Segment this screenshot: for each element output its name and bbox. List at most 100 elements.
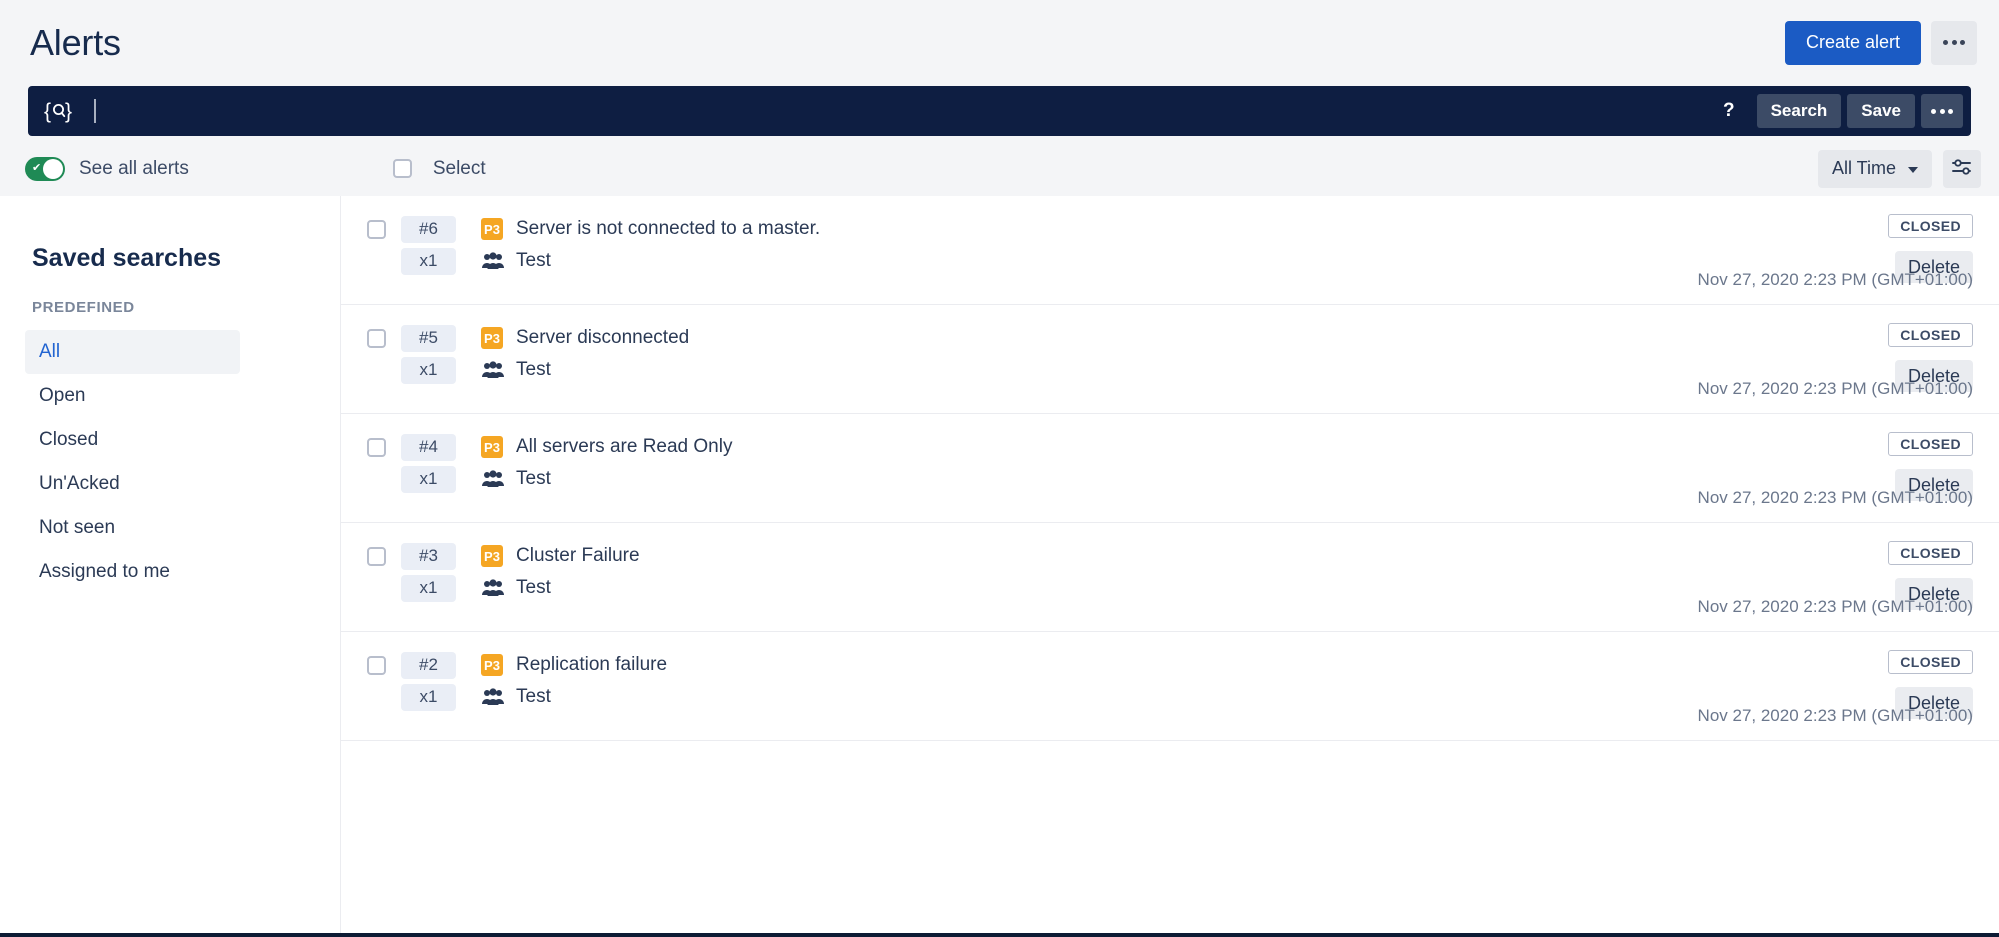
sliders-icon: [1951, 157, 1973, 180]
alert-title[interactable]: All servers are Read Only: [516, 436, 732, 458]
filter-settings-button[interactable]: [1943, 149, 1981, 188]
header-more-button[interactable]: [1931, 20, 1977, 65]
select-all-checkbox[interactable]: [392, 159, 412, 178]
status-badge: CLOSED: [1888, 650, 1973, 674]
alert-count-badge: x1: [401, 574, 456, 602]
sidebar-item-un-acked[interactable]: Un'Acked: [25, 462, 240, 506]
see-all-alerts-label: See all alerts: [79, 157, 189, 179]
sidebar-item-closed[interactable]: Closed: [25, 418, 240, 462]
sidebar-item-label: Assigned to me: [39, 561, 170, 582]
priority-badge: P3: [481, 218, 503, 240]
search-bar[interactable]: { } ? Search Save: [28, 86, 1971, 136]
select-all-group[interactable]: Select: [392, 157, 486, 180]
alert-team-name: Test: [516, 468, 551, 489]
alert-team-name: Test: [516, 577, 551, 598]
alert-team-name: Test: [516, 359, 551, 380]
list-toolbar: ✔ See all alerts Select All Time: [0, 141, 1999, 196]
sidebar-item-label: All: [39, 341, 61, 362]
alert-select-checkbox[interactable]: [367, 328, 386, 348]
alert-primary-line: #4 P3 All servers are Read Only: [367, 432, 1973, 462]
alert-timestamp: Nov 27, 2020 2:23 PM (GMT+01:00): [1697, 597, 1973, 616]
sidebar-item-assigned-to-me[interactable]: Assigned to me: [25, 550, 240, 594]
status-badge: CLOSED: [1888, 323, 1973, 347]
see-all-alerts-toggle-group[interactable]: ✔ See all alerts: [25, 156, 189, 181]
search-button[interactable]: Search: [1756, 94, 1842, 128]
alert-id-badge: #4: [401, 433, 456, 461]
time-range-value: All Time: [1831, 158, 1896, 178]
alert-select-checkbox[interactable]: [367, 437, 386, 457]
time-range-dropdown[interactable]: All Time: [1817, 149, 1932, 188]
alert-select-checkbox[interactable]: [367, 546, 386, 566]
sidebar-item-label: Un'Acked: [39, 473, 120, 494]
search-input[interactable]: [96, 86, 1707, 136]
alert-timestamp: Nov 27, 2020 2:23 PM (GMT+01:00): [1697, 379, 1973, 398]
alert-select-checkbox[interactable]: [367, 219, 386, 239]
alert-select-checkbox[interactable]: [367, 655, 386, 675]
alert-id-badge: #2: [401, 651, 456, 679]
alert-primary-line: #2 P3 Replication failure: [367, 650, 1973, 680]
alert-row[interactable]: #6 P3 Server is not connected to a master.…: [341, 196, 1999, 305]
priority-badge: P3: [481, 545, 503, 567]
alert-list: #6 P3 Server is not connected to a master.…: [340, 196, 1999, 933]
search-help-icon[interactable]: ?: [1707, 100, 1751, 122]
body-area: Saved searches PREDEFINED All Open Closed U…: [0, 196, 1999, 933]
ellipsis-icon: [1931, 108, 1953, 114]
page-header: Alerts Create alert: [0, 0, 1999, 85]
sidebar-item-open[interactable]: Open: [25, 374, 240, 418]
predefined-section-label: PREDEFINED: [32, 299, 135, 316]
priority-badge: P3: [481, 654, 503, 676]
status-badge: CLOSED: [1888, 541, 1973, 565]
priority-badge: P3: [481, 436, 503, 458]
saved-searches-list: All Open Closed Un'Acked Not seen Assigned to…: [0, 330, 340, 594]
alert-title[interactable]: Server disconnected: [516, 327, 689, 349]
alert-title[interactable]: Cluster Failure: [516, 545, 640, 567]
alert-row[interactable]: #2 P3 Replication failure x1 Test CLOSED Delet…: [341, 632, 1999, 741]
alert-count-badge: x1: [401, 683, 456, 711]
query-search-icon: { }: [44, 98, 74, 124]
alerts-page: Alerts Create alert { } ? Search Save ✔ …: [0, 0, 1999, 937]
sidebar-item-not-seen[interactable]: Not seen: [25, 506, 240, 550]
team-icon: [482, 361, 504, 379]
team-icon: [482, 252, 504, 270]
sidebar-item-label: Closed: [39, 429, 99, 450]
svg-text:{: {: [44, 100, 51, 123]
saved-searches-sidebar: Saved searches PREDEFINED All Open Closed U…: [0, 196, 340, 933]
alert-count-badge: x1: [401, 465, 456, 493]
create-alert-button[interactable]: Create alert: [1784, 20, 1921, 65]
alert-id-badge: #5: [401, 324, 456, 352]
save-search-button[interactable]: Save: [1847, 94, 1915, 128]
alert-timestamp: Nov 27, 2020 2:23 PM (GMT+01:00): [1697, 488, 1973, 507]
sidebar-item-label: Open: [39, 385, 86, 406]
saved-searches-title: Saved searches: [32, 244, 222, 272]
alert-row[interactable]: #3 P3 Cluster Failure x1 Test CLOSED Delete Nov…: [341, 523, 1999, 632]
alert-id-badge: #3: [401, 542, 456, 570]
alert-team-name: Test: [516, 686, 551, 707]
alert-row[interactable]: #4 P3 All servers are Read Only x1 Test CLOSE…: [341, 414, 1999, 523]
alert-primary-line: #6 P3 Server is not connected to a master.: [367, 214, 1973, 244]
page-title: Alerts: [30, 21, 121, 63]
sidebar-item-all[interactable]: All: [25, 330, 240, 374]
check-icon: ✔: [32, 162, 42, 174]
search-more-button[interactable]: [1921, 94, 1963, 128]
chevron-down-icon: [1908, 166, 1918, 173]
select-all-label: Select: [432, 157, 486, 179]
alert-primary-line: #5 P3 Server disconnected: [367, 323, 1973, 353]
alert-title[interactable]: Replication failure: [516, 654, 667, 676]
alert-title[interactable]: Server is not connected to a master.: [516, 218, 820, 240]
team-icon: [482, 470, 504, 488]
alert-id-badge: #6: [401, 215, 456, 243]
toggle-knob: [43, 158, 63, 179]
team-icon: [482, 688, 504, 706]
alert-timestamp: Nov 27, 2020 2:23 PM (GMT+01:00): [1697, 706, 1973, 725]
team-icon: [482, 579, 504, 597]
svg-text:}: }: [65, 100, 72, 123]
alert-count-badge: x1: [401, 356, 456, 384]
alert-timestamp: Nov 27, 2020 2:23 PM (GMT+01:00): [1697, 270, 1973, 289]
alert-count-badge: x1: [401, 247, 456, 275]
status-badge: CLOSED: [1888, 214, 1973, 238]
alert-primary-line: #3 P3 Cluster Failure: [367, 541, 1973, 571]
status-badge: CLOSED: [1888, 432, 1973, 456]
alert-row[interactable]: #5 P3 Server disconnected x1 Test CLOSED Delet…: [341, 305, 1999, 414]
sidebar-item-label: Not seen: [39, 517, 116, 538]
see-all-alerts-toggle[interactable]: ✔: [25, 156, 65, 181]
